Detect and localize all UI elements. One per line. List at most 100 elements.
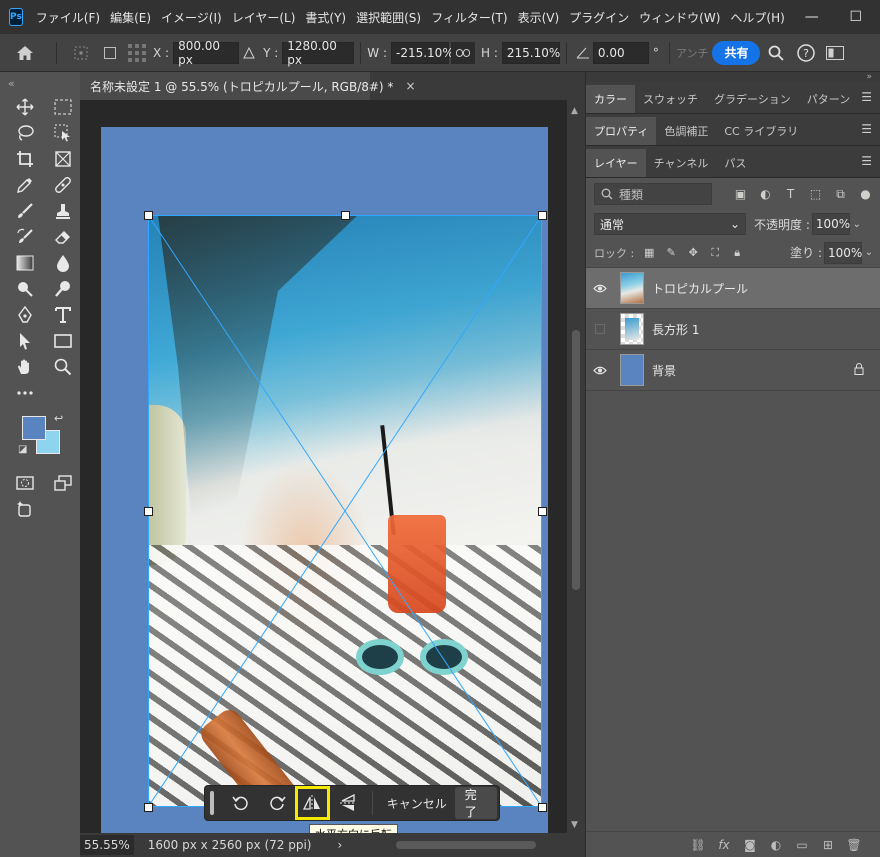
handle-top-center[interactable] (341, 211, 350, 220)
collapse-tools-icon[interactable]: « (0, 72, 80, 94)
maximize-button[interactable]: ☐ (834, 0, 878, 34)
foreground-color-swatch[interactable] (22, 416, 46, 440)
canvas-area[interactable]: キャンセル 完了 水平方向に反転 (80, 100, 585, 833)
visibility-eye-icon[interactable] (586, 284, 614, 293)
handle-bottom-right[interactable] (538, 803, 547, 812)
collapse-panels-icon[interactable]: » (586, 72, 880, 82)
height-field[interactable]: 215.10% (501, 41, 560, 64)
stamp-tool-icon[interactable] (46, 198, 80, 224)
horizontal-scroll-thumb[interactable] (396, 841, 536, 849)
crop-tool-icon[interactable] (8, 146, 42, 172)
filter-type-icon[interactable]: T (778, 187, 803, 202)
filter-pixel-icon[interactable]: ▣ (728, 187, 753, 202)
rotate-cw-icon[interactable] (261, 788, 293, 818)
tab-adjustments[interactable]: 色調補正 (656, 117, 716, 145)
tab-gradients[interactable]: グラデーション (706, 85, 799, 113)
flip-horizontal-icon[interactable] (294, 786, 331, 820)
handle-top-left[interactable] (144, 211, 153, 220)
hand-tool-icon[interactable] (8, 354, 42, 380)
status-info-arrow[interactable]: › (337, 838, 342, 852)
help-icon[interactable]: ? (792, 43, 820, 62)
gradient-tool-icon[interactable] (8, 250, 42, 276)
angle-field[interactable]: 0.00 (592, 41, 649, 64)
menu-layer[interactable]: レイヤー(L) (227, 9, 301, 26)
blend-mode-select[interactable]: 通常 ⌄ (594, 213, 746, 235)
rectangle-tool-icon[interactable] (46, 328, 80, 354)
lock-transparent-icon[interactable]: ▦ (638, 246, 660, 259)
lock-artboard-icon[interactable]: ⛶ (704, 246, 726, 260)
handle-top-right[interactable] (538, 211, 547, 220)
layer-filter-select[interactable]: 種類 (594, 183, 712, 205)
menu-file[interactable]: ファイル(F) (31, 9, 105, 26)
vertical-scrollbar[interactable]: ▲ ▼ (567, 100, 585, 833)
reference-point-icon[interactable] (63, 45, 99, 61)
lock-position-icon[interactable]: ✥ (682, 246, 704, 259)
lock-all-icon[interactable]: 🔒︎ (726, 246, 748, 260)
minimize-button[interactable]: — (790, 0, 834, 34)
filter-shape-icon[interactable]: ⬚ (803, 187, 828, 202)
brush-tool-icon[interactable] (8, 198, 42, 224)
menu-plugins[interactable]: プラグイン (564, 9, 634, 26)
layer-row[interactable]: 背景 (586, 350, 880, 391)
marquee-tool-icon[interactable] (46, 94, 80, 120)
workspace-icon[interactable] (820, 45, 850, 60)
link-layers-icon[interactable]: ⛓ (685, 838, 711, 852)
filter-toggle-icon[interactable]: ● (853, 187, 878, 202)
menu-image[interactable]: イメージ(I) (156, 9, 227, 26)
layer-style-icon[interactable]: fx (711, 838, 737, 852)
tab-layers[interactable]: レイヤー (586, 149, 646, 177)
share-button[interactable]: 共有 (712, 40, 761, 65)
visibility-off-icon[interactable] (595, 324, 605, 334)
flip-vertical-icon[interactable] (332, 788, 364, 818)
frame-tool-icon[interactable] (46, 146, 80, 172)
document-tab[interactable]: 名称未設定 1 @ 55.5% (トロピカルプール, RGB/8#) * × (80, 72, 416, 100)
y-field[interactable]: 1280.00 px (282, 39, 355, 67)
width-field[interactable]: -215.10% (391, 41, 454, 64)
generative-fill-icon[interactable] (8, 496, 42, 522)
healing-brush-tool-icon[interactable] (46, 172, 80, 198)
type-tool-icon[interactable] (46, 302, 80, 328)
blur-tool-icon[interactable] (46, 250, 80, 276)
adjustment-layer-icon[interactable]: ◐ (763, 838, 789, 852)
reference-point-checkbox[interactable] (99, 46, 121, 59)
handle-middle-right[interactable] (538, 507, 547, 516)
layer-name[interactable]: トロピカルプール (652, 280, 748, 297)
eraser-tool-icon[interactable] (46, 224, 80, 250)
menu-type[interactable]: 書式(Y) (300, 9, 351, 26)
tab-swatches[interactable]: スウォッチ (635, 85, 706, 113)
menu-edit[interactable]: 編集(E) (105, 9, 156, 26)
panel-menu-icon[interactable]: ☰ (861, 122, 872, 136)
rotate-ccw-icon[interactable] (226, 788, 258, 818)
menu-filter[interactable]: フィルター(T) (426, 9, 512, 26)
new-layer-icon[interactable]: ⊞ (815, 838, 841, 852)
close-document-icon[interactable]: × (405, 79, 415, 93)
handle-middle-left[interactable] (144, 507, 153, 516)
lasso-tool-icon[interactable] (8, 120, 42, 146)
opacity-field[interactable]: 100% (811, 213, 850, 235)
tab-paths[interactable]: パス (716, 149, 754, 177)
layer-name[interactable]: 背景 (652, 362, 676, 379)
history-brush-tool-icon[interactable] (8, 224, 42, 250)
scroll-up-icon[interactable]: ▲ (571, 106, 578, 116)
done-button[interactable]: 完了 (454, 787, 497, 819)
fill-field[interactable]: 100% (824, 241, 862, 264)
x-field[interactable]: 800.00 px (173, 39, 240, 67)
swap-colors-icon[interactable]: ↩ (54, 412, 63, 425)
zoom-level[interactable]: 55.55% (80, 835, 134, 855)
tab-cc-libraries[interactable]: CC ライブラリ (716, 117, 806, 145)
panel-menu-icon[interactable]: ☰ (861, 90, 872, 104)
menu-select[interactable]: 選択範囲(S) (351, 9, 426, 26)
filter-adjustment-icon[interactable]: ◐ (753, 187, 778, 202)
visibility-eye-icon[interactable] (586, 366, 614, 375)
tab-patterns[interactable]: パターン (799, 85, 858, 113)
fill-chevron-icon[interactable]: ⌄ (862, 247, 876, 258)
path-selection-tool-icon[interactable] (8, 328, 42, 354)
add-mask-icon[interactable]: ◙ (737, 838, 763, 852)
pen-tool-icon[interactable] (8, 302, 42, 328)
screen-mode-icon[interactable] (46, 470, 80, 496)
link-aspect-icon[interactable] (451, 41, 475, 64)
taskbar-drag-handle[interactable] (210, 791, 214, 815)
layer-lock-icon[interactable] (854, 362, 864, 378)
document-info[interactable]: 1600 px x 2560 px (72 ppi) (148, 838, 312, 852)
home-icon[interactable] (0, 45, 50, 61)
